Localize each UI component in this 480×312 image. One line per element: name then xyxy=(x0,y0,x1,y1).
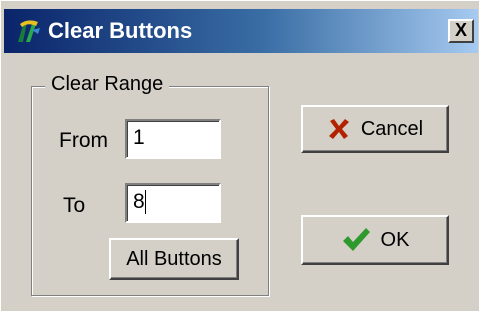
ok-button[interactable]: OK xyxy=(301,215,449,265)
title-bar[interactable]: Clear Buttons X xyxy=(4,9,478,53)
from-value: 1 xyxy=(133,126,145,149)
group-label: Clear Range xyxy=(45,72,170,96)
text-caret xyxy=(144,190,146,215)
close-button[interactable]: X xyxy=(448,19,474,43)
x-cross-icon xyxy=(328,119,349,139)
to-input[interactable]: 8 xyxy=(125,183,221,223)
cancel-button[interactable]: Cancel xyxy=(301,105,449,153)
ok-label: OK xyxy=(380,228,410,251)
window-title: Clear Buttons xyxy=(48,18,193,43)
all-buttons-button[interactable]: All Buttons xyxy=(109,238,239,280)
checkmark-icon xyxy=(342,228,370,251)
to-value: 8 xyxy=(133,190,145,213)
app-icon xyxy=(18,20,40,42)
from-input[interactable]: 1 xyxy=(125,119,221,159)
from-label: From xyxy=(59,129,108,152)
all-buttons-label: All Buttons xyxy=(126,247,222,270)
cancel-label: Cancel xyxy=(360,117,424,140)
clear-buttons-dialog: Clear Buttons X Clear Range From 1 To 8 … xyxy=(0,0,480,312)
close-icon: X xyxy=(454,20,467,40)
to-label: To xyxy=(63,194,86,217)
